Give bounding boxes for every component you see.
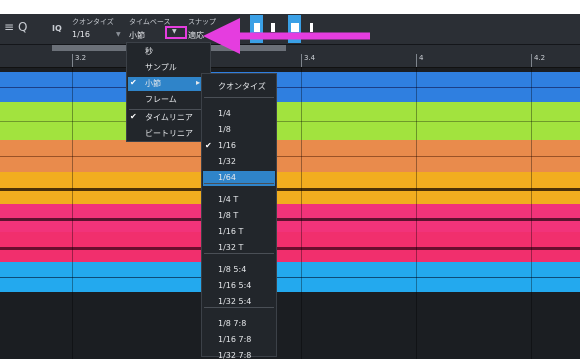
magenta-pointer-arrow — [203, 18, 370, 54]
